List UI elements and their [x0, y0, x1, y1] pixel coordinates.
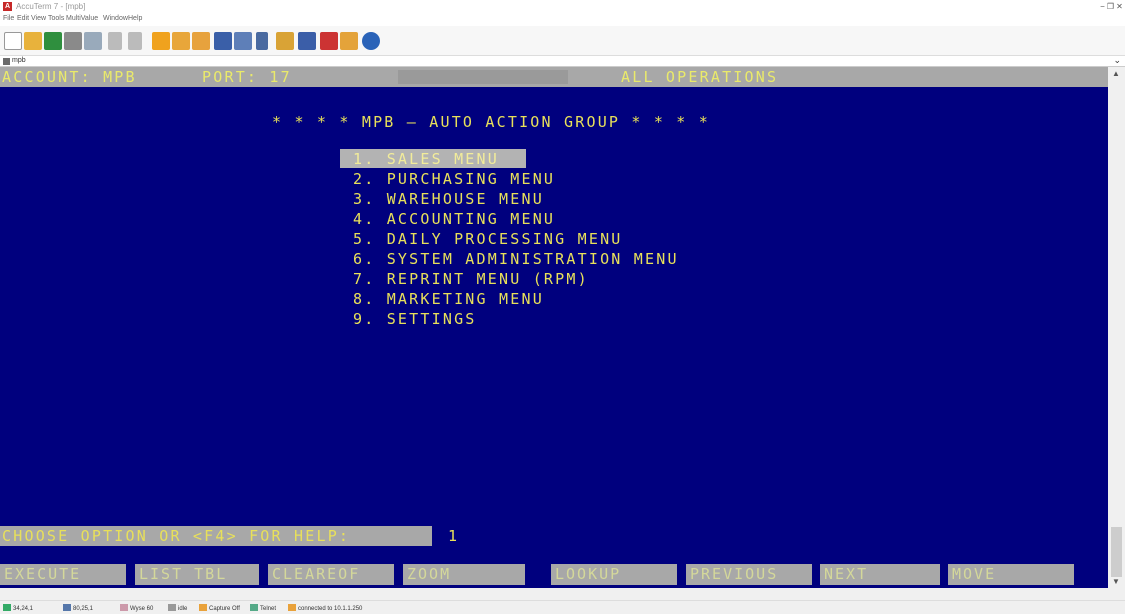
- prompt-input[interactable]: 1: [448, 527, 459, 545]
- menu-help[interactable]: Help: [128, 15, 142, 22]
- previous-button[interactable]: PREVIOUS: [686, 564, 812, 585]
- scroll-thumb[interactable]: [1111, 527, 1122, 577]
- menu-multivalue[interactable]: MultiValue: [66, 15, 98, 22]
- capture-status: Capture Off: [199, 604, 240, 612]
- emulation-icon: [120, 604, 128, 611]
- close-button[interactable]: ✕: [1114, 1, 1125, 12]
- print-icon[interactable]: [64, 32, 82, 50]
- menu-option-sales[interactable]: 1. SALES MENU: [353, 150, 499, 168]
- lookup-button[interactable]: LOOKUP: [551, 564, 677, 585]
- save-icon[interactable]: [44, 32, 62, 50]
- screen-size: 80,25,1: [63, 604, 93, 612]
- menu-edit[interactable]: Edit: [17, 15, 29, 22]
- capture-icon: [199, 604, 207, 611]
- folder-star-icon[interactable]: [152, 32, 170, 50]
- prompt-label: CHOOSE OPTION OR <F4> FOR HELP:: [2, 527, 351, 545]
- menu-view[interactable]: View: [31, 15, 46, 22]
- list-tbl-button[interactable]: LIST TBL: [135, 564, 259, 585]
- filter-icon[interactable]: [298, 32, 316, 50]
- menu-option-marketing[interactable]: 8. MARKETING MENU: [353, 290, 544, 308]
- table-icon[interactable]: [234, 32, 252, 50]
- zoom-button[interactable]: ZOOM: [403, 564, 525, 585]
- next-button[interactable]: NEXT: [820, 564, 940, 585]
- new-document-icon[interactable]: [4, 32, 22, 50]
- move-button[interactable]: MOVE: [948, 564, 1074, 585]
- help-icon[interactable]: [362, 32, 380, 50]
- emulation-mode: Wyse 60: [120, 604, 153, 612]
- cursor-icon: [3, 604, 11, 611]
- menu-bar: File Edit View Tools MultiValue Window H…: [0, 14, 1125, 26]
- connection-status: connected to 10.1.1.250: [288, 604, 362, 612]
- menu-option-reprint[interactable]: 7. REPRINT MENU (RPM): [353, 270, 589, 288]
- menu-tools[interactable]: Tools: [48, 15, 64, 22]
- toolbar: [0, 26, 1125, 56]
- flag-icon[interactable]: [340, 32, 358, 50]
- open-folder-icon[interactable]: [24, 32, 42, 50]
- telnet-icon: [250, 604, 258, 611]
- list-icon[interactable]: [214, 32, 232, 50]
- monitor-icon[interactable]: [320, 32, 338, 50]
- chevron-down-icon[interactable]: ⌄: [1113, 55, 1121, 66]
- vertical-scrollbar[interactable]: ▲ ▼: [1108, 67, 1125, 588]
- folder-open-icon[interactable]: [172, 32, 190, 50]
- accuterm-logo-icon: A: [3, 2, 12, 11]
- gear-icon[interactable]: [276, 32, 294, 50]
- status-bar: 34,24,1 80,25,1 Wyse 60 idle Capture Off…: [0, 600, 1125, 614]
- window-title: AccuTerm 7 - [mpb]: [16, 2, 86, 11]
- menu-option-warehouse[interactable]: 3. WAREHOUSE MENU: [353, 190, 544, 208]
- session-state: idle: [168, 604, 187, 612]
- account-label: ACCOUNT: MPB: [2, 68, 137, 86]
- cursor-position: 34,24,1: [3, 604, 33, 612]
- execute-button[interactable]: EXECUTE: [0, 564, 126, 585]
- menu-heading: * * * * MPB — AUTO ACTION GROUP * * * *: [272, 113, 710, 131]
- protocol: Telnet: [250, 604, 276, 612]
- menu-file[interactable]: File: [3, 15, 14, 22]
- menu-option-daily-processing[interactable]: 5. DAILY PROCESSING MENU: [353, 230, 623, 248]
- menu-option-system-admin[interactable]: 6. SYSTEM ADMINISTRATION MENU: [353, 250, 679, 268]
- operations-label: ALL OPERATIONS: [621, 68, 779, 86]
- grid-icon[interactable]: [84, 32, 102, 50]
- folder-arrow-icon[interactable]: [192, 32, 210, 50]
- terminal-doc-icon: [3, 58, 10, 65]
- document-tab-bar: mpb ⌄: [0, 55, 1125, 67]
- title-bar: A AccuTerm 7 - [mpb] − ❐ ✕: [0, 0, 1125, 14]
- paste-icon[interactable]: [128, 32, 142, 50]
- menu-option-purchasing[interactable]: 2. PURCHASING MENU: [353, 170, 555, 188]
- cleareof-button[interactable]: CLEAREOF: [268, 564, 394, 585]
- scroll-up-icon[interactable]: ▲: [1112, 69, 1120, 78]
- terminal-status-row: ACCOUNT: MPB PORT: 17 ALL OPERATIONS: [0, 67, 1108, 87]
- copy-icon[interactable]: [108, 32, 122, 50]
- menu-window[interactable]: Window: [103, 15, 128, 22]
- screen-icon: [63, 604, 71, 611]
- idle-icon: [168, 604, 176, 611]
- menu-option-accounting[interactable]: 4. ACCOUNTING MENU: [353, 210, 555, 228]
- connection-icon: [288, 604, 296, 611]
- document-tab-label[interactable]: mpb: [12, 57, 26, 64]
- scroll-down-icon[interactable]: ▼: [1112, 577, 1120, 586]
- chart-icon[interactable]: [256, 32, 268, 50]
- status-blank-field: [398, 70, 568, 84]
- terminal-screen[interactable]: ACCOUNT: MPB PORT: 17 ALL OPERATIONS * *…: [0, 67, 1108, 588]
- port-label: PORT: 17: [202, 68, 292, 86]
- menu-option-settings[interactable]: 9. SETTINGS: [353, 310, 477, 328]
